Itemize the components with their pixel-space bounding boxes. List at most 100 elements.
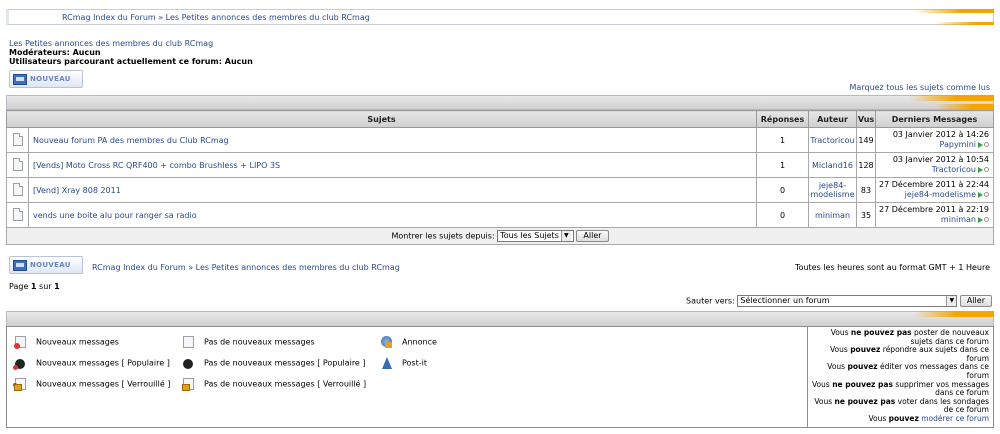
legend-label: Annonce	[402, 337, 437, 347]
new-topic-icon	[13, 74, 27, 85]
legend-label: Nouveaux messages	[36, 337, 119, 347]
goto-last-post-icon[interactable]	[978, 166, 983, 173]
page-total: 1	[54, 282, 60, 291]
last-post-date: 27 Décembre 2011 à 22:19	[879, 205, 989, 214]
views-count: 128	[856, 152, 876, 178]
filter-row: Montrer les sujets depuis: Tous les Suje…	[6, 227, 994, 245]
topic-age-select[interactable]: Tous les Sujets ▼	[497, 230, 574, 242]
last-poster-link[interactable]: Papymini	[940, 140, 977, 149]
breadcrumb-index-link[interactable]: RCmag Index du Forum	[62, 13, 156, 22]
forum-title-link[interactable]: Les Petites annonces des membres du club…	[9, 39, 213, 48]
new-locked-icon	[13, 378, 26, 391]
replies-count: 1	[756, 152, 809, 178]
legend-label: Post-it	[402, 358, 427, 368]
legend-item: Nouveaux messages [ Populaire ]	[13, 357, 170, 370]
new-topic-button[interactable]: NOUVEAU	[9, 70, 83, 88]
circle-icon	[984, 167, 989, 172]
circle-icon	[984, 192, 989, 197]
col-last-messages: Derniers Messages	[875, 110, 994, 128]
topic-title-link[interactable]: [Vend] Xray 808 2011	[33, 186, 121, 195]
legend-label: Pas de nouveaux messages [ Verrouillé ]	[204, 379, 367, 389]
forum-jump-value: Sélectionner un forum	[740, 296, 830, 305]
goto-last-post-icon[interactable]	[978, 141, 983, 148]
filter-go-button[interactable]: Aller	[576, 230, 609, 242]
last-poster-link[interactable]: jeje84-modelisme	[905, 190, 976, 199]
legend-item: Nouveaux messages [ Verrouillé ]	[13, 378, 171, 391]
legend-header-bar	[6, 311, 994, 326]
breadcrumb-separator: »	[155, 13, 166, 22]
topics-table: Sujets Réponses Auteur Vus Derniers Mess…	[6, 110, 994, 245]
last-post-date: 03 Janvier 2012 à 10:54	[892, 155, 989, 164]
forum-jump-select[interactable]: Sélectionner un forum ▼	[737, 295, 958, 307]
author-link[interactable]: Micland16	[812, 161, 853, 170]
page-prefix: Page	[9, 282, 31, 291]
permission-line: Vous pouvez éditer vos messages dans ce …	[827, 362, 989, 380]
topic-title-link[interactable]: vends une boite alu pour ranger sa radio	[33, 211, 197, 220]
new-popular-icon	[13, 357, 26, 370]
legend-item: Pas de nouveaux messages	[183, 336, 315, 348]
table-row: vends une boite alu pour ranger sa radio…	[6, 202, 994, 228]
timezone-note: Toutes les heures sont au format GMT + 1…	[795, 263, 990, 272]
permission-line: Vous ne pouvez pas poster de nouveaux su…	[830, 328, 989, 346]
last-post-date: 03 Janvier 2012 à 14:26	[892, 130, 989, 139]
jump-go-button[interactable]: Aller	[959, 295, 992, 307]
legend-item: Annonce	[381, 336, 437, 348]
table-header-bar	[6, 95, 994, 110]
moderators-label: Modérateurs: Aucun	[9, 48, 101, 57]
goto-last-post-icon[interactable]	[978, 216, 983, 223]
locked-icon	[182, 378, 194, 391]
legend-item: Pas de nouveaux messages [ Verrouillé ]	[182, 378, 367, 391]
author-link[interactable]: miniman	[815, 211, 850, 220]
chevron-down-icon: ▼	[560, 231, 571, 241]
chevron-down-icon: ▼	[946, 296, 957, 306]
new-topic-icon	[13, 260, 27, 271]
forum-info: Les Petites annonces des membres du club…	[9, 39, 253, 66]
topic-read-icon	[12, 207, 23, 221]
bar-accent-lower	[934, 22, 994, 25]
top-breadcrumb-bar: RCmag Index du Forum » Les Petites annon…	[6, 9, 994, 25]
topic-age-value: Tous les Sujets	[500, 231, 559, 240]
author-link[interactable]: Tractoricou	[810, 136, 854, 145]
last-poster-link[interactable]: Tractoricou	[932, 165, 976, 174]
legend-label: Nouveaux messages [ Populaire ]	[36, 358, 170, 368]
breadcrumb-index-link[interactable]: RCmag Index du Forum	[92, 263, 186, 272]
table-row: [Vends] Moto Cross RC QRF400 + combo Bru…	[6, 152, 994, 178]
filter-label: Montrer les sujets depuis:	[391, 231, 495, 241]
jump-to-forum: Sauter vers: Sélectionner un forum ▼ Alle…	[686, 295, 992, 307]
topic-read-icon	[12, 182, 23, 196]
users-browsing-label: Utilisateurs parcourant actuellement ce …	[9, 57, 253, 66]
legend-item: Pas de nouveaux messages [ Populaire ]	[183, 357, 366, 369]
permissions-panel: Vous ne pouvez pas poster de nouveaux su…	[807, 327, 993, 427]
goto-last-post-icon[interactable]	[978, 191, 983, 198]
new-messages-icon	[14, 336, 26, 349]
topic-read-icon	[12, 157, 23, 171]
new-topic-button-bottom[interactable]: NOUVEAU	[9, 256, 83, 274]
breadcrumb-bottom: RCmag Index du Forum » Les Petites annon…	[92, 263, 400, 272]
permission-line: Vous pouvez répondre aux sujets dans ce …	[830, 345, 989, 363]
breadcrumb-forum-link[interactable]: Les Petites annonces des membres du club…	[166, 13, 370, 22]
moderate-forum-link[interactable]: modérer ce forum	[921, 414, 989, 423]
table-row: Nouveau forum PA des membres du Club RCm…	[6, 127, 994, 153]
table-row: [Vend] Xray 808 2011 0 jeje84-modelisme …	[6, 177, 994, 203]
popular-icon	[183, 357, 194, 369]
replies-count: 0	[756, 202, 809, 228]
topic-title-link[interactable]: Nouveau forum PA des membres du Club RCm…	[33, 136, 229, 145]
col-replies: Réponses	[756, 110, 809, 128]
last-poster-link[interactable]: miniman	[941, 215, 976, 224]
views-count: 149	[856, 127, 876, 153]
breadcrumb-forum-link[interactable]: Les Petites annonces des membres du club…	[196, 263, 400, 272]
topic-title-link[interactable]: [Vends] Moto Cross RC QRF400 + combo Bru…	[33, 161, 280, 170]
announcement-icon	[381, 336, 392, 348]
replies-count: 1	[756, 127, 809, 153]
legend-label: Nouveaux messages [ Verrouillé ]	[36, 379, 171, 389]
legend-panel: Nouveaux messages Pas de nouveaux messag…	[6, 326, 994, 428]
mark-all-read-link[interactable]: Marquez tous les sujets comme lus	[850, 83, 990, 92]
legend-label: Pas de nouveaux messages [ Populaire ]	[204, 358, 366, 368]
legend-item: Nouveaux messages	[14, 336, 119, 349]
legend-label: Pas de nouveaux messages	[204, 337, 315, 347]
author-link[interactable]: jeje84-modelisme	[810, 181, 854, 199]
permission-line: Vous ne pouvez pas supprimer vos message…	[812, 379, 989, 398]
circle-icon	[984, 142, 989, 147]
last-post-date: 27 Décembre 2011 à 22:44	[879, 180, 989, 189]
circle-icon	[984, 217, 989, 222]
